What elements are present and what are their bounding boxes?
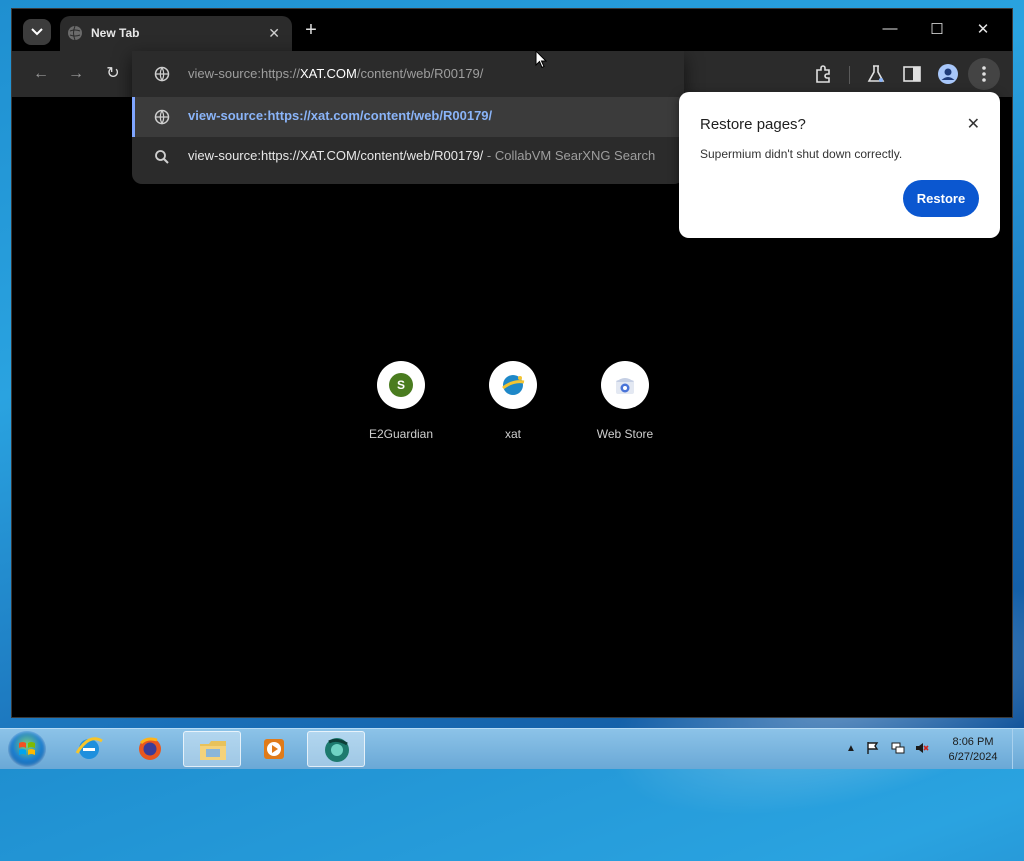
- taskbar: ▲ 8:06 PM 6/27/2024: [0, 728, 1024, 769]
- supermium-icon: [325, 738, 349, 762]
- suggestion-search-text: view-source:https://XAT.COM/content/web/…: [188, 148, 656, 163]
- shortcut-label: Web Store: [596, 427, 654, 441]
- menu-button[interactable]: [968, 58, 1000, 90]
- minimize-button[interactable]: —: [879, 20, 901, 37]
- profile-avatar-icon[interactable]: [938, 64, 958, 84]
- globe-icon: [68, 25, 82, 41]
- shortcut-icon: S: [377, 361, 425, 409]
- omnibox-suggestion-url[interactable]: view-source:https://xat.com/content/web/…: [132, 97, 684, 137]
- windows-logo-icon: [19, 742, 35, 755]
- extensions-icon[interactable]: [813, 64, 833, 84]
- taskbar-clock[interactable]: 8:06 PM 6/27/2024: [940, 735, 1006, 765]
- omnibox-suggestion-search[interactable]: view-source:https://XAT.COM/content/web/…: [132, 137, 684, 177]
- close-window-button[interactable]: ✕: [972, 20, 994, 38]
- network-icon[interactable]: [891, 741, 905, 755]
- toolbar-divider: [849, 66, 850, 84]
- shortcut-label: E2Guardian: [368, 427, 434, 441]
- shortcut-web-store[interactable]: Web Store: [575, 361, 675, 441]
- shortcut-label: xat: [504, 427, 521, 441]
- search-icon: [155, 150, 169, 164]
- e2guardian-favicon-icon: S: [389, 373, 413, 397]
- internet-explorer-icon: [75, 737, 103, 759]
- taskbar-internet-explorer[interactable]: [60, 731, 118, 767]
- volume-muted-icon[interactable]: [915, 741, 929, 755]
- dialog-title: Restore pages?: [700, 116, 806, 133]
- chevron-down-icon: [31, 28, 43, 36]
- clock-time: 8:06 PM: [952, 736, 994, 748]
- web-store-icon: [616, 378, 634, 394]
- suggestion-url-text: view-source:https://xat.com/content/web/…: [188, 108, 493, 123]
- more-vert-icon: [982, 66, 986, 82]
- globe-icon: [154, 109, 170, 125]
- shortcut-icon: [601, 361, 649, 409]
- xat-globe-icon: [502, 375, 525, 395]
- tab-title: New Tab: [91, 26, 140, 40]
- show-hidden-icons-button[interactable]: ▲: [846, 743, 856, 754]
- action-center-flag-icon[interactable]: [866, 741, 880, 755]
- media-player-icon: [264, 739, 284, 759]
- clock-date: 6/27/2024: [948, 751, 998, 763]
- start-button[interactable]: [8, 731, 46, 767]
- mouse-cursor-icon: [535, 50, 547, 69]
- new-tab-button[interactable]: +: [301, 19, 321, 42]
- omnibox-dropdown: view-source:https://XAT.COM/content/web/…: [132, 51, 684, 184]
- restore-pages-dialog: Restore pages? ✕ Supermium didn't shut d…: [679, 92, 1000, 238]
- shortcut-icon: [489, 361, 537, 409]
- selection-indicator: [132, 97, 135, 137]
- reload-button[interactable]: ↻: [101, 62, 125, 86]
- tab-new-tab[interactable]: New Tab ✕: [60, 16, 292, 51]
- shortcut-e2guardian[interactable]: S E2Guardian: [351, 361, 451, 441]
- taskbar-media-player[interactable]: [245, 731, 303, 767]
- globe-icon: [154, 66, 170, 82]
- forward-button[interactable]: →: [64, 62, 88, 86]
- firefox-icon: [139, 737, 161, 760]
- taskbar-browser[interactable]: [307, 731, 365, 767]
- address-bar[interactable]: view-source:https://XAT.COM/content/web/…: [132, 51, 684, 97]
- tab-search-button[interactable]: [23, 19, 51, 45]
- close-icon[interactable]: ✕: [967, 114, 980, 134]
- address-input[interactable]: view-source:https://XAT.COM/content/web/…: [188, 66, 682, 81]
- taskbar-firefox[interactable]: [121, 731, 179, 767]
- title-bar: New Tab ✕ + — ☐ ✕: [12, 9, 1012, 51]
- taskbar-file-explorer[interactable]: [183, 731, 241, 767]
- dialog-message: Supermium didn't shut down correctly.: [700, 147, 903, 161]
- show-desktop-button[interactable]: [1012, 729, 1024, 769]
- labs-flask-icon[interactable]: [866, 64, 886, 84]
- side-panel-icon[interactable]: [902, 64, 922, 84]
- maximize-button[interactable]: ☐: [926, 20, 948, 38]
- shortcut-xat[interactable]: xat: [463, 361, 563, 441]
- restore-button[interactable]: Restore: [903, 180, 979, 217]
- close-icon[interactable]: ✕: [268, 25, 280, 42]
- folder-icon: [200, 741, 226, 760]
- back-button[interactable]: ←: [29, 62, 53, 86]
